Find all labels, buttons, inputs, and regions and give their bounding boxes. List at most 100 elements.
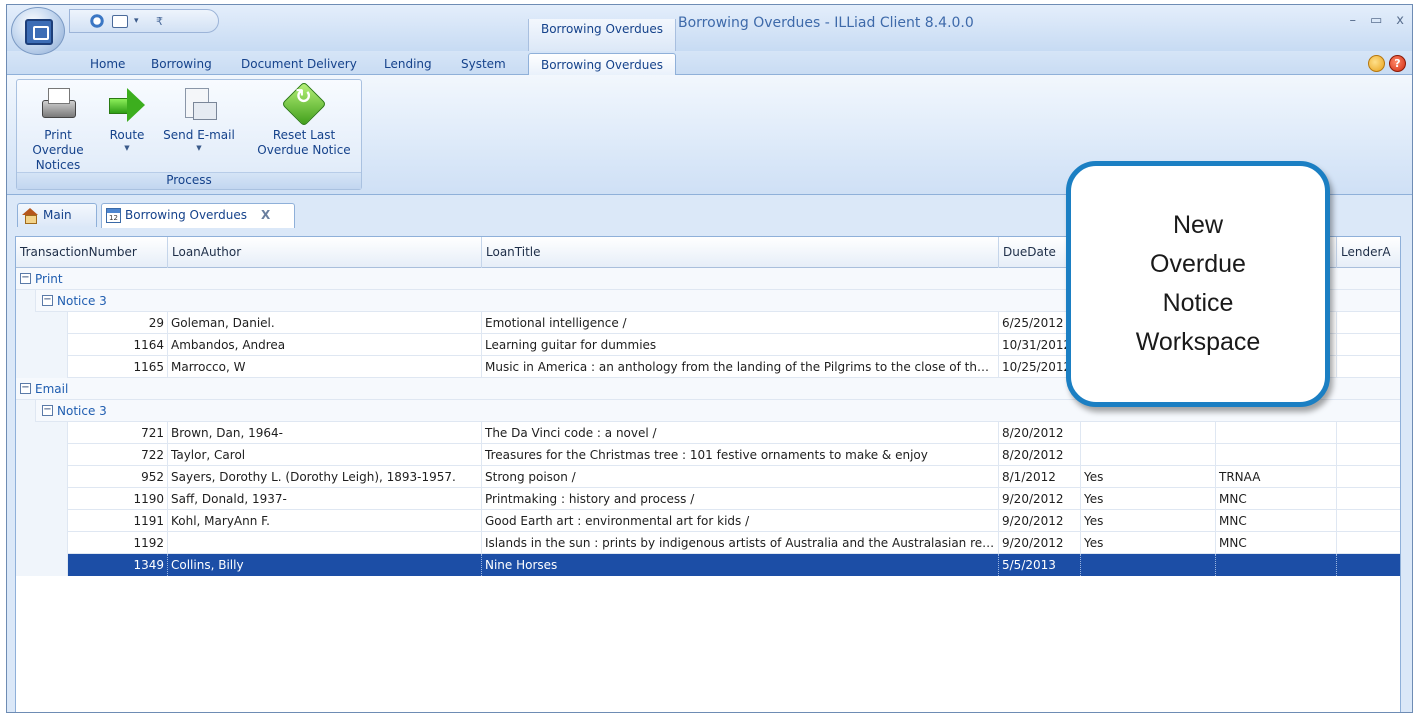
cell-title: Treasures for the Christmas tree : 101 f…	[482, 444, 999, 466]
collapse-icon[interactable]: −	[42, 295, 53, 306]
calendar-icon: 12	[106, 208, 121, 223]
table-row[interactable]: 1191 Kohl, MaryAnn F. Good Earth art : e…	[16, 510, 1400, 532]
cell-col6	[1216, 554, 1337, 576]
indent-bar	[16, 334, 68, 356]
lightbulb-icon[interactable]	[1368, 55, 1385, 72]
tab-borrowing[interactable]: Borrowing	[151, 57, 212, 71]
reset-icon	[284, 86, 324, 122]
cell-col5: Yes	[1081, 510, 1216, 532]
cell-col6	[1216, 422, 1337, 444]
table-row[interactable]: 1192 Islands in the sun : prints by indi…	[16, 532, 1400, 554]
window-controls: – ▭ x	[1350, 13, 1405, 28]
cell-transaction-number: 952	[68, 466, 168, 488]
button-label: Print Overdue	[32, 128, 84, 157]
printer-icon	[38, 86, 78, 122]
help-icon[interactable]: ?	[1389, 55, 1406, 72]
group-label: Notice 3	[57, 294, 107, 308]
cell-col6: MNC	[1216, 488, 1337, 510]
cell-author: Brown, Dan, 1964-	[168, 422, 482, 444]
cell-due-date: 8/20/2012	[999, 444, 1081, 466]
collapse-icon[interactable]: −	[42, 405, 53, 416]
button-label: Route	[109, 128, 145, 142]
application-menu-button[interactable]	[11, 7, 65, 55]
indent-bar	[16, 510, 68, 532]
cell-col7	[1337, 444, 1400, 466]
send-email-button[interactable]: Send E-mail ▼	[155, 80, 243, 153]
tab-lending[interactable]: Lending	[384, 57, 432, 71]
cell-transaction-number: 1192	[68, 532, 168, 554]
button-label: Send E-mail	[163, 128, 235, 142]
cell-due-date: 9/20/2012	[999, 510, 1081, 532]
table-row[interactable]: 952 Sayers, Dorothy L. (Dorothy Leigh), …	[16, 466, 1400, 488]
cell-title: Good Earth art : environmental art for k…	[482, 510, 999, 532]
close-button[interactable]: x	[1396, 13, 1404, 28]
green-arrow-icon	[107, 86, 147, 122]
button-label: Reset Last	[272, 128, 336, 142]
ribbon-tab-row: Home Borrowing Document Delivery Lending…	[7, 51, 1412, 76]
column-header-lendera[interactable]: LenderA	[1337, 237, 1400, 268]
cell-transaction-number: 722	[68, 444, 168, 466]
indent-bar	[16, 400, 36, 422]
collapse-icon[interactable]: −	[20, 273, 31, 284]
indent-bar	[16, 290, 36, 312]
column-header-transactionnumber[interactable]: TransactionNumber	[16, 237, 168, 268]
table-row[interactable]: 722 Taylor, Carol Treasures for the Chri…	[16, 444, 1400, 466]
callout-annotation: New Overdue Notice Workspace	[1066, 161, 1330, 407]
collapse-icon[interactable]: −	[20, 383, 31, 394]
cell-title: Strong poison /	[482, 466, 999, 488]
tab-borrowing-overdues-doc[interactable]: 12 Borrowing Overdues X	[101, 203, 295, 228]
cell-col7	[1337, 510, 1400, 532]
cell-col5: Yes	[1081, 532, 1216, 554]
customize-toolbar-icon[interactable]: ₹	[156, 15, 163, 28]
group-label: Notice 3	[57, 404, 107, 418]
tab-document-delivery[interactable]: Document Delivery	[241, 57, 357, 71]
cell-col7	[1337, 312, 1400, 334]
group-label: Email	[35, 382, 69, 396]
context-tab-group-label: Borrowing Overdues	[528, 19, 676, 51]
minimize-button[interactable]: –	[1350, 13, 1357, 28]
refresh-icon[interactable]	[88, 13, 106, 29]
cell-col7	[1337, 532, 1400, 554]
cell-transaction-number: 721	[68, 422, 168, 444]
maximize-button[interactable]: ▭	[1370, 13, 1382, 28]
cell-col7	[1337, 356, 1400, 378]
window-title: Borrowing Overdues - ILLiad Client 8.4.0…	[678, 15, 974, 31]
close-icon[interactable]: X	[261, 208, 270, 222]
cell-col6	[1216, 444, 1337, 466]
button-label: Overdue Notice	[257, 143, 351, 157]
reset-last-overdue-notice-button[interactable]: Reset Last Overdue Notice	[249, 80, 359, 158]
cell-author: Marrocco, W	[168, 356, 482, 378]
cell-col7	[1337, 466, 1400, 488]
tab-home[interactable]: Home	[90, 57, 125, 71]
column-header-loantitle[interactable]: LoanTitle	[482, 237, 999, 268]
cell-due-date: 8/20/2012	[999, 422, 1081, 444]
table-row-selected[interactable]: 1349 Collins, Billy Nine Horses 5/5/2013	[16, 554, 1400, 576]
cell-title: Learning guitar for dummies	[482, 334, 999, 356]
table-row[interactable]: 721 Brown, Dan, 1964- The Da Vinci code …	[16, 422, 1400, 444]
cell-author: Saff, Donald, 1937-	[168, 488, 482, 510]
indent-bar	[16, 532, 68, 554]
indent-bar	[16, 466, 68, 488]
cell-col6: MNC	[1216, 532, 1337, 554]
tab-main[interactable]: Main	[17, 203, 97, 227]
table-row[interactable]: 1190 Saff, Donald, 1937- Printmaking : h…	[16, 488, 1400, 510]
new-window-icon[interactable]	[112, 14, 128, 28]
cell-title: Islands in the sun : prints by indigenou…	[482, 532, 999, 554]
cell-col7	[1337, 334, 1400, 356]
tab-borrowing-overdues[interactable]: Borrowing Overdues	[528, 53, 676, 76]
dropdown-arrow-icon[interactable]: ▼	[155, 143, 243, 153]
cell-col7	[1337, 422, 1400, 444]
cell-due-date: 9/20/2012	[999, 488, 1081, 510]
cell-author	[168, 532, 482, 554]
print-overdue-notices-button[interactable]: Print Overdue Notices	[19, 80, 97, 173]
column-header-loanauthor[interactable]: LoanAuthor	[168, 237, 482, 268]
cell-col7	[1337, 488, 1400, 510]
title-bar: ▾ ₹ Borrowing Overdues Borrowing Overdue…	[7, 5, 1412, 55]
button-label: Notices	[35, 158, 81, 172]
dropdown-arrow-icon[interactable]: ▼	[105, 143, 149, 153]
route-button[interactable]: Route ▼	[105, 80, 149, 153]
chevron-down-icon[interactable]: ▾	[134, 16, 144, 26]
indent-bar	[16, 312, 68, 334]
cell-author: Ambandos, Andrea	[168, 334, 482, 356]
tab-system[interactable]: System	[461, 57, 506, 71]
